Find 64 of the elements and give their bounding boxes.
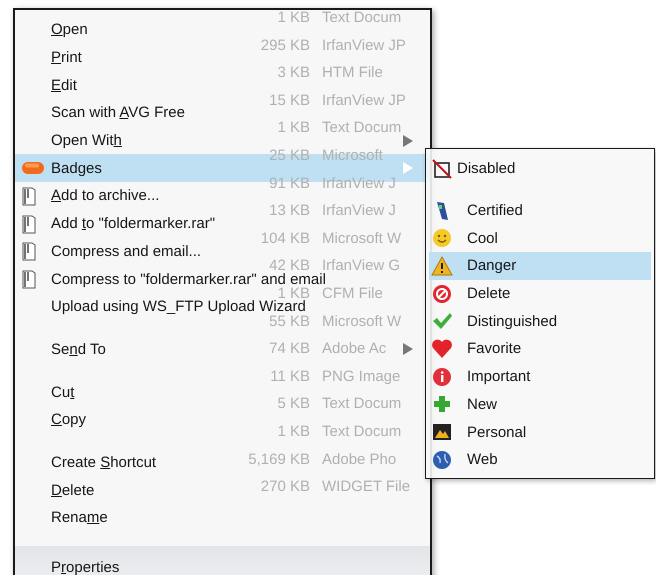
no-sign-icon [431,282,453,305]
book-icon [21,241,37,262]
file-type: Microsoft W [322,228,402,249]
menu-item[interactable]: Add to "foldermarker.rar" [51,215,216,232]
file-type: IrfanView J [322,201,396,222]
file-type: Text Docum [322,394,402,414]
file-type: IrfanView JP [322,90,406,111]
menu-item[interactable]: Rename [51,509,108,526]
menu-item[interactable]: Copy [51,411,86,428]
file-size: 15 KB [269,90,310,111]
menu-item[interactable]: Send To [51,340,106,358]
menu-item[interactable]: Disabled [429,155,651,183]
heart-icon [431,338,453,360]
file-size: 1 KB [277,118,310,138]
menu-item[interactable]: Add to archive... [51,187,160,204]
menu-item[interactable]: Personal [429,418,651,446]
file-size: 5,169 KB [248,450,310,470]
file-size: 1 KB [277,8,310,28]
file-size: 11 KB [270,366,310,387]
globe-icon [431,448,453,471]
menu-item[interactable]: Create Shortcut [51,454,156,471]
menu-item[interactable]: Delete [51,482,94,499]
file-size: 13 KB [269,201,310,222]
menu-item[interactable]: Print [51,49,82,66]
book-icon [21,214,37,234]
file-type: Text Docum [322,118,402,138]
file-size: 3 KB [277,63,310,84]
menu-item[interactable]: Web [429,446,651,474]
file-type: IrfanView JP [322,36,406,56]
menu-item[interactable]: New [429,390,651,418]
file-type: Adobe Ac [322,339,386,360]
pill-icon [21,160,45,176]
book-icon [21,269,37,290]
menu-item[interactable]: Important [429,362,651,390]
file-type: Adobe Pho [322,450,396,470]
file-size: 74 KB [269,339,310,360]
menu-item[interactable]: Favorite [429,335,651,363]
file-type: HTM File [322,63,383,84]
menu-item[interactable]: Compress and email... [51,242,202,260]
menu-item[interactable]: Certified [429,196,651,224]
file-type: PNG Image [322,366,400,387]
menu-item[interactable]: Distinguished [429,307,651,336]
file-size: 270 KB [260,477,310,498]
warning-icon [431,254,453,277]
file-type: Microsoft W [322,312,402,332]
menu-item[interactable]: Open [51,21,88,38]
file-size: 1 KB [277,422,310,442]
file-type: Text Docum [322,422,402,442]
menu-item[interactable]: Edit [51,76,77,94]
menu-item[interactable]: Open With [51,132,122,150]
crossed-square-icon [431,158,453,180]
smiley-icon [431,227,453,250]
menu-item[interactable]: Scan with AVG Free [51,104,185,122]
book-icon [21,186,37,206]
file-type: Text Docum [322,8,402,28]
file-type: WIDGET File [322,477,410,498]
file-size: 295 KB [260,36,310,56]
menu-item[interactable]: Cut [51,384,74,401]
file-size: 104 KB [260,228,310,249]
menu-item[interactable]: Danger [429,252,651,280]
menu-item[interactable]: Cool [429,224,651,252]
file-size: 5 KB [277,394,310,414]
menu-item[interactable]: Delete [429,280,651,308]
info-icon [431,366,453,388]
